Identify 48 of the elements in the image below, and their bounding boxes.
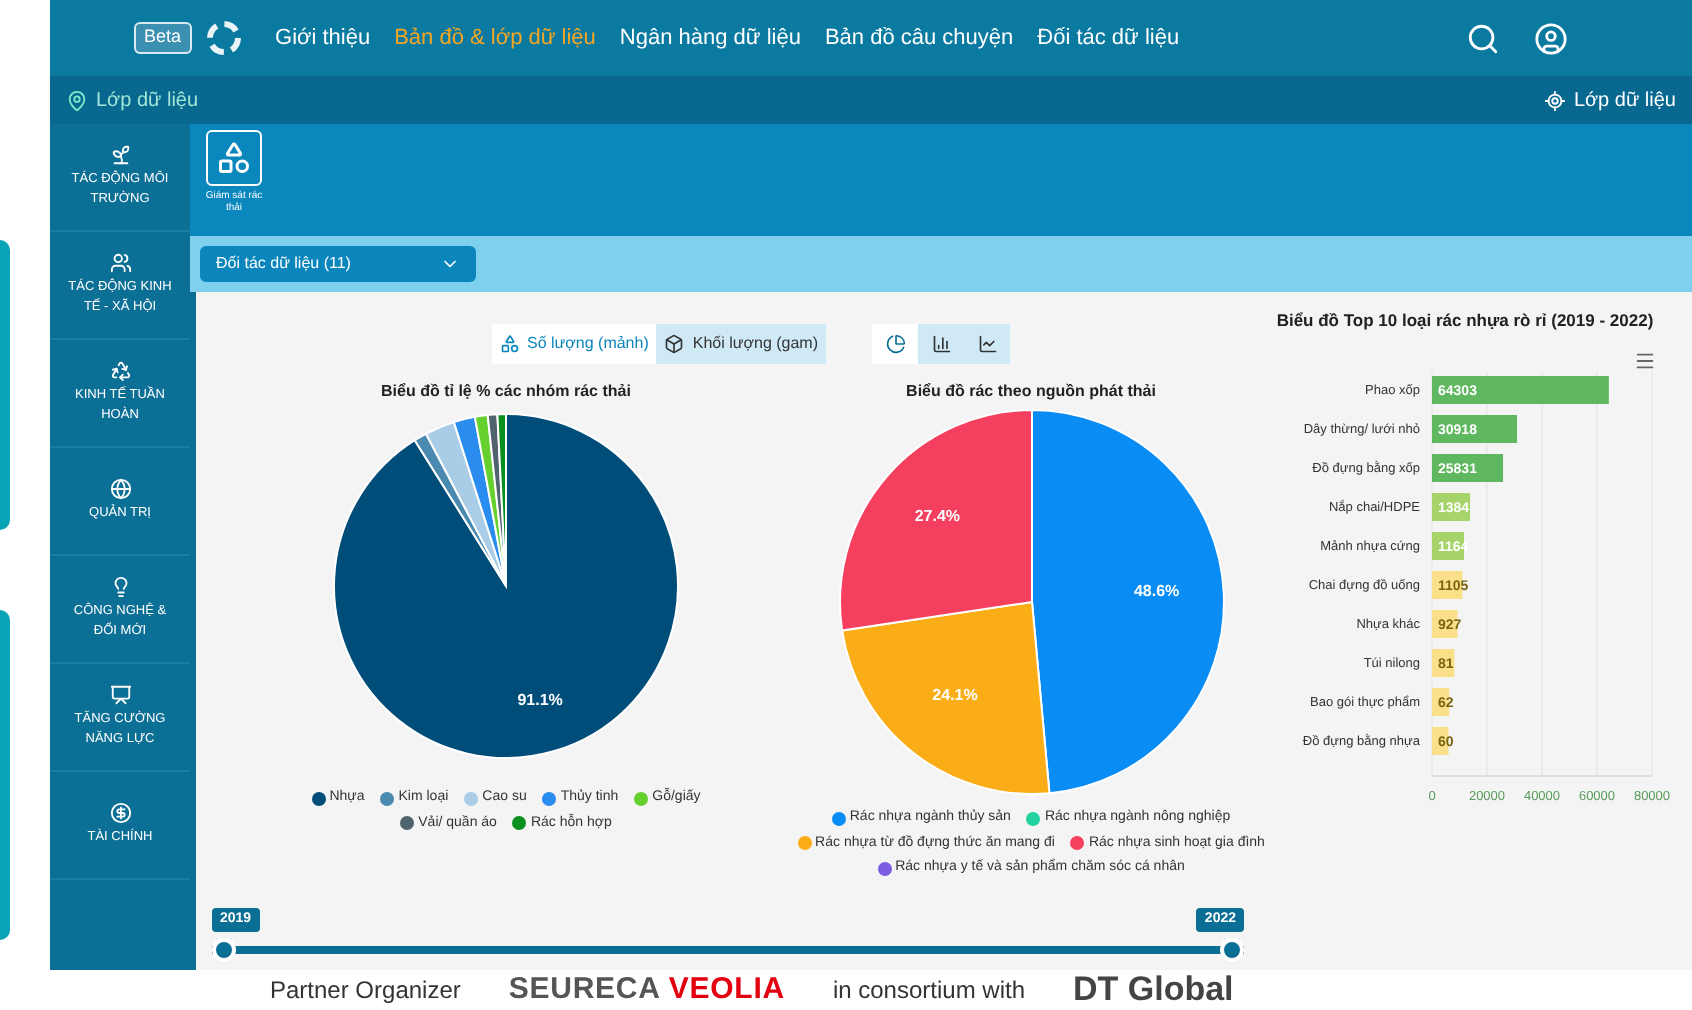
- chart-type-tab[interactable]: [918, 324, 964, 364]
- slice-label: 24.1%: [931, 686, 977, 705]
- slice-label: 91.1%: [517, 691, 563, 710]
- layer-title: Lớp dữ liệu: [96, 87, 199, 115]
- cube-icon: [664, 334, 685, 354]
- chart-type-tab[interactable]: [964, 324, 1010, 364]
- line-chart-icon: [977, 334, 997, 354]
- chart-title: Biểu đồ Top 10 loại rác nhựa rò rỉ (2019 - 2022): [1276, 308, 1654, 334]
- pie-chart-icon: [885, 334, 905, 354]
- bar: [1431, 414, 1516, 443]
- partner-label: Partner Organizer: [270, 974, 461, 1008]
- chart-type-tab[interactable]: [872, 324, 918, 364]
- chart-title: Biểu đồ tỉ lệ % các nhóm rác thải: [381, 380, 631, 404]
- slider-handle[interactable]: [212, 938, 236, 962]
- category-icon: [109, 684, 131, 706]
- nav-link[interactable]: Bản đồ câu chuyện: [824, 21, 1014, 55]
- measure-tab[interactable]: Số lượng (mảnh): [491, 324, 657, 364]
- category-icon: [109, 576, 131, 598]
- beta-badge: Beta: [134, 22, 192, 54]
- nav-link[interactable]: Đối tác dữ liệu: [1037, 21, 1180, 55]
- bar: [1431, 492, 1470, 521]
- partner-dropdown[interactable]: Đối tác dữ liệu (11): [200, 246, 476, 282]
- year-range-slider[interactable]: [212, 938, 1244, 962]
- category-icon: [109, 252, 131, 274]
- measure-tab[interactable]: Khối lượng (gam): [656, 324, 826, 364]
- layer-toggle[interactable]: Lớp dữ liệu: [1573, 85, 1676, 115]
- bar: [1431, 648, 1454, 677]
- nav-link[interactable]: Ngân hàng dữ liệu: [619, 21, 801, 55]
- search-icon[interactable]: [1466, 21, 1500, 55]
- seureca-logo: SEURECA: [508, 969, 661, 1010]
- slice-label: 48.6%: [1133, 582, 1179, 601]
- slice-label: 27.4%: [913, 506, 960, 525]
- target-icon[interactable]: [1543, 89, 1566, 111]
- user-icon[interactable]: [1534, 21, 1568, 55]
- category-icon: [109, 478, 131, 500]
- bar: [1431, 453, 1503, 482]
- slider-handle[interactable]: [1220, 938, 1244, 962]
- category-icon: [109, 144, 131, 166]
- nav-link[interactable]: Giới thiệu: [275, 21, 371, 55]
- menu-icon[interactable]: [1634, 349, 1656, 372]
- dt-global-logo: DT Global: [1073, 968, 1234, 1010]
- veolia-logo: VEOLIA: [668, 969, 785, 1010]
- chart-title: Biểu đồ rác theo nguồn phát thải: [906, 380, 1156, 404]
- consortium-label: in consortium with: [832, 974, 1025, 1008]
- bar-chart-icon: [931, 334, 951, 354]
- pin-icon: [66, 89, 88, 111]
- category-icon: [109, 360, 131, 382]
- category-icon: [109, 802, 131, 824]
